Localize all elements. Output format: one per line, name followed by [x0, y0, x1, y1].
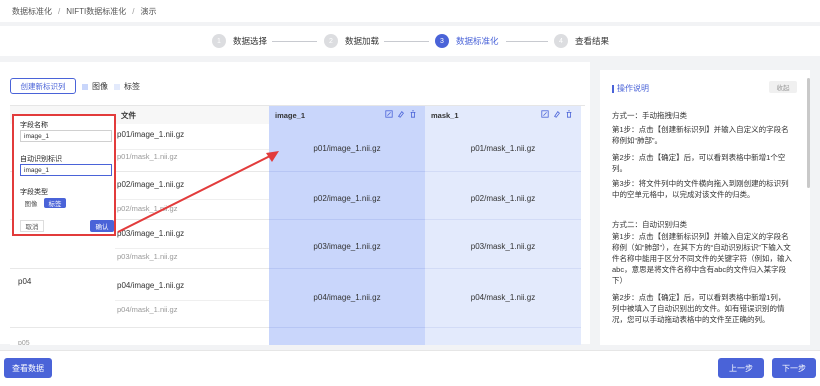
create-column-popup: 字段名称 image_1 自动识别标识 image_1 字段类型 图像 标签 取… — [12, 114, 116, 236]
instruction-paragraph: 第2步：点击【确定】后，可以看到表格中新增1列，列中被填入了自动识别出的文件。如… — [612, 293, 786, 324]
type-image-option[interactable]: 图像 — [20, 198, 42, 208]
field-name-input[interactable]: image_1 — [20, 130, 112, 142]
instruction-paragraph: 第2步：点击【确定】后，可以看到表格中新增1个空列。 — [612, 153, 786, 173]
field-type-label: 字段类型 — [20, 189, 48, 196]
title-marker — [612, 84, 614, 93]
instructions-title-text: 操作说明 — [617, 84, 649, 93]
type-tag-option[interactable]: 标签 — [44, 198, 66, 208]
panel-scrollbar[interactable] — [807, 78, 810, 188]
footer-bar — [0, 350, 820, 386]
auto-identify-input[interactable]: image_1 — [20, 164, 112, 176]
instruction-paragraph: 第1步：点击【创建新标识列】并输入自定义的字段名称例如“肺部”。 — [612, 125, 789, 145]
instruction-paragraph: 第3步：将文件列中的文件横向拖入到刚创建的标识列中的空单元格中，以完成对该文件的… — [612, 179, 789, 199]
collapse-button[interactable]: 收起 — [769, 81, 797, 93]
confirm-button[interactable]: 确认 — [90, 220, 114, 232]
prev-step-button[interactable]: 上一步 — [718, 358, 764, 378]
next-step-button[interactable]: 下一步 — [772, 358, 816, 378]
instructions-title: 操作说明 — [612, 83, 649, 94]
cancel-button[interactable]: 取消 — [20, 220, 44, 232]
instruction-paragraph: 方式一：手动拖拽归类 — [612, 111, 687, 120]
auto-identify-label: 自动识别标识 — [20, 156, 62, 163]
instruction-paragraph: 方式二：自动识别归类 — [612, 220, 687, 229]
instruction-paragraph: 第1步：点击【创建新标识列】并输入自定义的字段名称例（如“肺部”），在其下方的“… — [612, 232, 792, 285]
view-data-button[interactable]: 查看数据 — [4, 358, 52, 378]
field-name-label: 字段名称 — [20, 122, 48, 129]
